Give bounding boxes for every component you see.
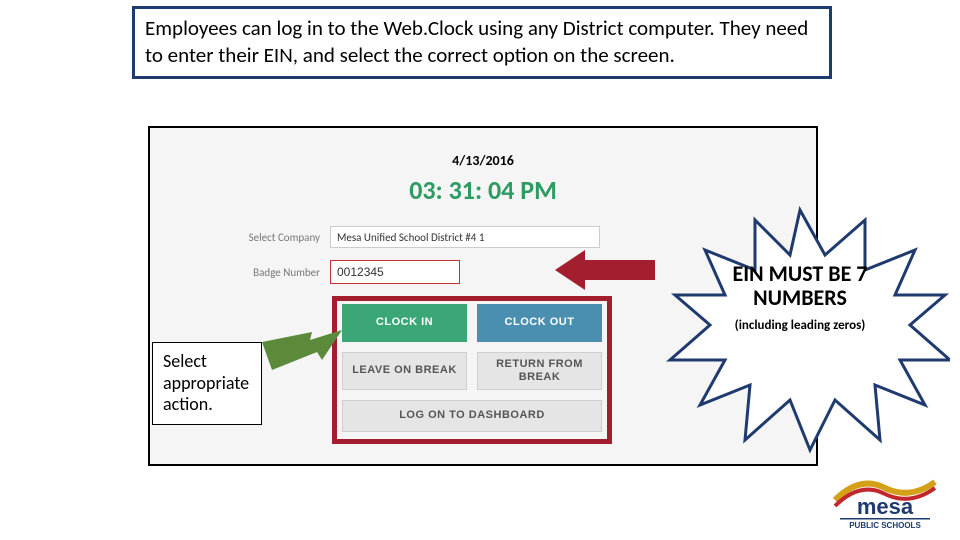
button-row-2: LEAVE ON BREAK RETURN FROM BREAK xyxy=(342,352,602,390)
clock-in-button[interactable]: CLOCK IN xyxy=(342,304,467,342)
logo-text-main: mesa xyxy=(857,494,914,519)
callout-action-text: Select appropriate action. xyxy=(163,350,249,415)
button-row-3: LOG ON TO DASHBOARD xyxy=(342,400,602,432)
date-display: 4/13/2016 xyxy=(150,152,816,169)
company-select[interactable]: Mesa Unified School District #4 1 xyxy=(330,226,600,248)
instruction-box: Employees can log in to the Web.Clock us… xyxy=(132,6,832,79)
company-row: Select Company Mesa Unified School Distr… xyxy=(210,226,600,248)
starburst-callout: EIN MUST BE 7 NUMBERS (including leading… xyxy=(650,200,950,460)
badge-input[interactable] xyxy=(330,260,460,284)
logo-text-sub: PUBLIC SCHOOLS xyxy=(849,521,921,530)
instruction-text: Employees can log in to the Web.Clock us… xyxy=(145,15,819,70)
return-break-button[interactable]: RETURN FROM BREAK xyxy=(477,352,602,390)
company-label: Select Company xyxy=(210,231,330,244)
leave-break-button[interactable]: LEAVE ON BREAK xyxy=(342,352,467,390)
badge-label: Badge Number xyxy=(210,266,330,279)
starburst-main-text: EIN MUST BE 7 NUMBERS xyxy=(690,262,910,310)
arrow-red-icon xyxy=(555,250,655,290)
arrow-green-icon xyxy=(262,330,342,370)
dashboard-button[interactable]: LOG ON TO DASHBOARD xyxy=(342,400,602,432)
callout-action: Select appropriate action. xyxy=(152,342,262,425)
mesa-logo: mesa PUBLIC SCHOOLS xyxy=(830,470,940,530)
clock-out-button[interactable]: CLOCK OUT xyxy=(477,304,602,342)
badge-row: Badge Number xyxy=(210,260,460,284)
button-row-1: CLOCK IN CLOCK OUT xyxy=(342,304,602,342)
starburst-sub-text: (including leading zeros) xyxy=(690,318,910,333)
